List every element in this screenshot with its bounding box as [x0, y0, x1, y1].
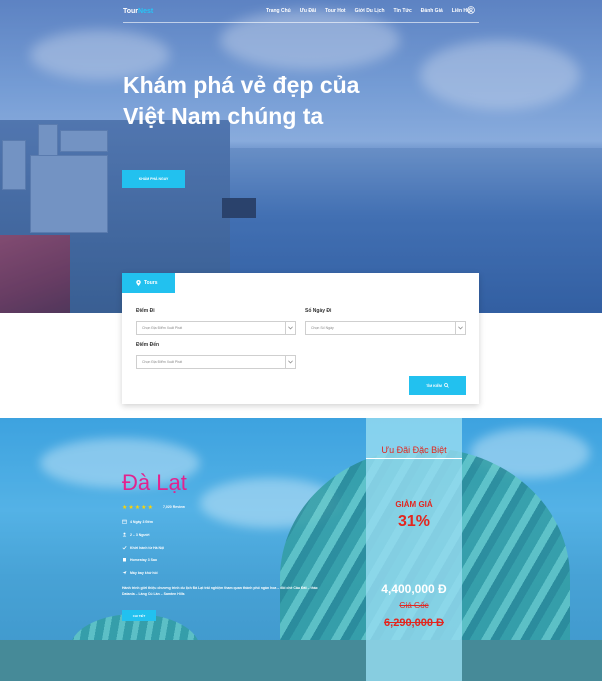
- sale-price: 4,400,000 Đ: [381, 582, 447, 596]
- user-icon[interactable]: [467, 6, 475, 14]
- tour-city-name: Đà Lạt: [122, 470, 187, 495]
- offer-title: Ưu Đãi Đặc Biệt: [381, 445, 447, 455]
- chevron-down-icon: [285, 322, 295, 334]
- hero-title: Khám phá vẻ đẹp của Việt Nam chúng ta: [123, 72, 360, 129]
- chevron-down-icon: [455, 322, 465, 334]
- people-icon: [122, 532, 127, 537]
- discount-label: GIẢM GIÁ: [395, 500, 433, 509]
- nav-divider: [123, 22, 479, 23]
- logo-accent-text: Nest: [138, 8, 154, 15]
- days-select[interactable]: Chọn Số Ngày: [305, 321, 466, 335]
- destination-placeholder: Chọn Địa Điểm Xuất Phát: [142, 360, 183, 364]
- info-people-text: 2 – 3 Người: [130, 532, 150, 537]
- site-logo[interactable]: TourNest: [123, 8, 153, 15]
- star-icon: ★: [122, 505, 128, 511]
- info-people: 2 – 3 Người: [122, 532, 149, 537]
- nav-link-hot-tours[interactable]: Tour Hot: [325, 8, 345, 14]
- tour-search-panel: Tours Điểm Đi Chọn Địa Điểm Xuất Phát Số…: [122, 273, 479, 404]
- detail-button[interactable]: CHI TIẾT: [122, 610, 156, 621]
- tab-tours[interactable]: Tours: [122, 273, 175, 293]
- info-departure-text: Khởi hành từ Hà Nội: [130, 545, 165, 550]
- rating-stars: ★ ★ ★ ★ ★: [122, 505, 153, 511]
- plane-icon: [122, 571, 127, 575]
- explore-button[interactable]: KHÁM PHÁ NGAY: [122, 170, 185, 188]
- hero-banner: TourNest Trang Chủ Ưu Đãi Tour Hot Giới …: [0, 0, 602, 313]
- review-count: 7,020 Review: [163, 505, 185, 509]
- original-price: 6,290,000 Đ: [384, 617, 444, 629]
- tour-description: Hành trình giới thiệu chương trình du lị…: [122, 586, 318, 596]
- info-hotel: Homestay 3 Sao: [122, 557, 157, 562]
- top-navigation: TourNest Trang Chủ Ưu Đãi Tour Hot Giới …: [0, 0, 602, 24]
- nav-links: Trang Chủ Ưu Đãi Tour Hot Giới Du Lịch T…: [266, 8, 470, 14]
- info-duration-text: 4 Ngày 3 Đêm: [130, 519, 153, 524]
- star-icon: ★: [128, 505, 134, 511]
- original-price-label: Giá Gốc: [399, 601, 429, 610]
- info-departure: Khởi hành từ Hà Nội: [122, 545, 164, 550]
- featured-tour-section: [0, 418, 602, 681]
- discount-value: 31%: [397, 513, 431, 530]
- map-pin-icon: [136, 280, 141, 286]
- star-icon: ★: [147, 505, 153, 511]
- days-label: Số Ngày Đi: [305, 308, 332, 314]
- search-button-label: TÌM KIẾM: [426, 383, 442, 388]
- chevron-down-icon: [285, 356, 295, 368]
- hotel-icon: [123, 558, 126, 562]
- nav-link-reviews[interactable]: Đánh Giá: [421, 8, 443, 14]
- days-placeholder: Chọn Số Ngày: [311, 326, 334, 330]
- departure-placeholder: Chọn Địa Điểm Xuất Phát: [142, 326, 183, 330]
- nav-link-news[interactable]: Tin Tức: [394, 8, 412, 14]
- star-icon: ★: [141, 505, 147, 511]
- calendar-icon: [122, 519, 127, 524]
- tab-tours-label: Tours: [144, 280, 158, 286]
- info-transport: Máy bay khứ hồi: [122, 570, 158, 575]
- destination-label: Điểm Đến: [136, 342, 160, 348]
- search-button[interactable]: TÌM KIẾM: [409, 376, 466, 395]
- info-hotel-text: Homestay 3 Sao: [130, 557, 158, 562]
- search-icon: [444, 383, 449, 388]
- departure-label: Điểm Đi: [136, 308, 155, 314]
- info-transport-text: Máy bay khứ hồi: [130, 570, 158, 575]
- star-icon: ★: [134, 505, 141, 511]
- nav-link-home[interactable]: Trang Chủ: [266, 8, 291, 14]
- special-offer-card: Ưu Đãi Đặc Biệt GIẢM GIÁ 31% 4,400,000 Đ…: [366, 418, 462, 681]
- departure-select[interactable]: Chọn Địa Điểm Xuất Phát: [136, 321, 296, 335]
- info-duration: 4 Ngày 3 Đêm: [122, 519, 153, 524]
- nav-link-offers[interactable]: Ưu Đãi: [300, 8, 316, 14]
- offer-divider: [366, 458, 462, 459]
- destination-select[interactable]: Chọn Địa Điểm Xuất Phát: [136, 355, 296, 369]
- check-icon: [122, 546, 127, 550]
- logo-text: Tour: [123, 8, 139, 15]
- nav-link-about[interactable]: Giới Du Lịch: [355, 8, 385, 14]
